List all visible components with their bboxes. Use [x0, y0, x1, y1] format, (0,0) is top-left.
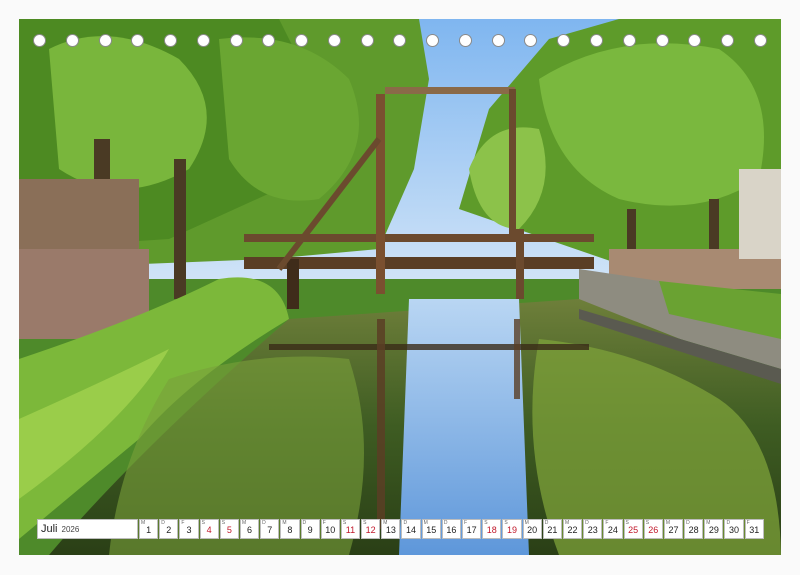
- day-cell: D 21: [542, 519, 562, 539]
- day-cell: S 12: [361, 519, 381, 539]
- day-number: 6: [247, 525, 253, 535]
- month-label: Juli 2026: [37, 519, 138, 539]
- day-number: 15: [426, 525, 437, 535]
- day-cell: F 17: [462, 519, 482, 539]
- calendar-page: Juli 2026 M 1 D 2 F 3 S 4 S 5 M 6 D 7 M 8 D 9 F 10 S 11 S 12 M 13…: [0, 0, 800, 575]
- binding-hole: [164, 34, 178, 47]
- binding-hole: [229, 34, 243, 47]
- binding-hole: [655, 34, 669, 47]
- day-number: 29: [708, 525, 719, 535]
- day-number: 10: [325, 525, 336, 535]
- binding-hole: [262, 34, 276, 47]
- day-cell: S 18: [482, 519, 502, 539]
- day-number: 25: [628, 525, 639, 535]
- day-cell: S 26: [643, 519, 663, 539]
- day-number: 23: [587, 525, 598, 535]
- day-number: 19: [506, 525, 517, 535]
- day-number: 18: [486, 525, 497, 535]
- binding-hole: [524, 34, 538, 47]
- day-number: 7: [267, 525, 273, 535]
- day-cell: S5: [219, 519, 239, 539]
- day-number: 4: [206, 525, 212, 535]
- day-number: 31: [749, 525, 760, 535]
- day-cell: S4: [199, 519, 219, 539]
- day-cell: M1: [139, 519, 159, 539]
- binding-hole: [622, 34, 636, 47]
- binding-hole: [721, 34, 735, 47]
- month-year: 2026: [61, 524, 80, 534]
- binding-hole: [426, 34, 440, 47]
- day-number: 3: [186, 525, 192, 535]
- month-name: Juli: [41, 523, 58, 535]
- day-cell: M 22: [562, 519, 583, 539]
- day-number: 21: [547, 525, 558, 535]
- day-cell: D2: [159, 519, 179, 539]
- day-number: 26: [648, 525, 659, 535]
- day-cell: D 23: [583, 519, 603, 539]
- binding-hole: [360, 34, 374, 47]
- binding-hole: [98, 34, 112, 47]
- binding-hole: [458, 34, 472, 47]
- binding-hole: [590, 34, 604, 47]
- day-cell: M 15: [421, 519, 441, 539]
- binding-hole: [327, 34, 341, 47]
- day-number: 22: [567, 525, 578, 535]
- day-cell: F 31: [744, 519, 764, 539]
- day-number: 9: [307, 525, 313, 535]
- binding-hole: [688, 34, 702, 47]
- day-cell: D 16: [441, 519, 461, 539]
- day-cell: M6: [239, 519, 260, 539]
- day-cell: M 27: [663, 519, 684, 539]
- binding-hole: [491, 34, 505, 47]
- day-number: 8: [287, 525, 293, 535]
- day-number: 11: [345, 525, 356, 535]
- day-cell: M 20: [522, 519, 542, 539]
- day-cell: S 19: [502, 519, 522, 539]
- day-cell: F3: [179, 519, 199, 539]
- day-cell: D7: [260, 519, 280, 539]
- day-cell: S 11: [340, 519, 361, 539]
- day-number: 30: [729, 525, 740, 535]
- binding-hole: [131, 34, 145, 47]
- day-cell: D9: [300, 519, 320, 539]
- day-number: 16: [446, 525, 457, 535]
- day-number: 1: [146, 525, 152, 535]
- binding-hole: [393, 34, 407, 47]
- day-cell: M 13: [381, 519, 401, 539]
- binding-hole: [557, 34, 571, 47]
- day-number: 5: [226, 525, 232, 535]
- day-number: 14: [406, 525, 417, 535]
- binding-hole: [65, 34, 79, 47]
- day-number: 24: [607, 525, 618, 535]
- day-cell: D 28: [684, 519, 704, 539]
- canal-photo: [19, 19, 781, 555]
- binding-hole: [33, 34, 46, 47]
- day-cell: M8: [280, 519, 300, 539]
- day-number: 13: [385, 525, 396, 535]
- calendar-strip: Juli 2026 M 1 D 2 F 3 S 4 S 5 M 6 D 7 M 8 D 9 F 10 S 11 S 12 M 13…: [37, 519, 764, 539]
- day-cell: F 24: [603, 519, 623, 539]
- day-cell: D 14: [401, 519, 421, 539]
- binding-hole: [196, 34, 210, 47]
- day-number: 20: [527, 525, 538, 535]
- day-number: 17: [466, 525, 477, 535]
- day-number: 2: [166, 525, 172, 535]
- binding-hole: [295, 34, 309, 47]
- day-number: 27: [668, 525, 679, 535]
- day-cell: D 30: [724, 519, 744, 539]
- day-cell: S 25: [623, 519, 643, 539]
- day-cell: F 10: [320, 519, 340, 539]
- spiral-binding: [19, 34, 781, 50]
- day-cell: M 29: [704, 519, 724, 539]
- day-number: 28: [688, 525, 699, 535]
- day-number: 12: [365, 525, 376, 535]
- binding-hole: [753, 34, 767, 47]
